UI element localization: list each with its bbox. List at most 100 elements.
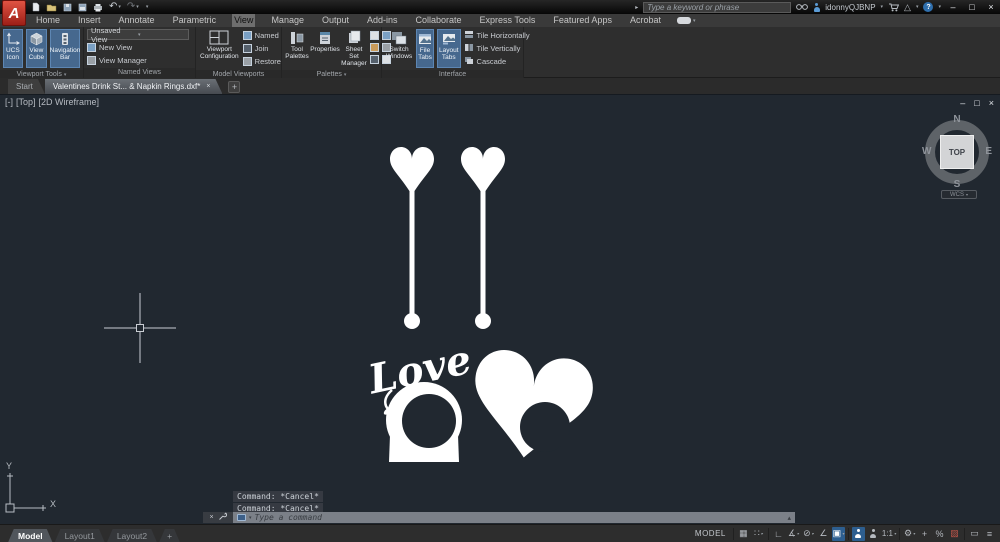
file-tab-document[interactable]: Valentines Drink St... & Napkin Rings.dx… <box>45 79 223 94</box>
properties-button[interactable]: Properties <box>312 29 338 68</box>
maximize-button[interactable]: □ <box>965 2 979 12</box>
new-drawing-tab-button[interactable]: + <box>228 81 240 93</box>
model-tab[interactable]: Model <box>8 529 53 542</box>
search-collapse-icon[interactable]: ▸ <box>635 4 638 11</box>
command-input-bar[interactable]: ▾ ▴ <box>233 512 795 523</box>
recent-commands-caret-icon[interactable]: ▾ <box>249 515 252 521</box>
ribbon-tab-manage[interactable]: Manage <box>269 14 306 27</box>
ribbon-tab-express-tools[interactable]: Express Tools <box>478 14 538 27</box>
ribbon-tab-view[interactable]: View <box>232 14 255 27</box>
heart-napkin-ring[interactable] <box>465 346 596 465</box>
a360-caret-icon[interactable]: ▾ <box>916 4 919 10</box>
ucs-icon-button[interactable]: UCS Icon <box>3 29 23 68</box>
file-tab-close-icon[interactable]: × <box>206 83 210 90</box>
file-tabs-button[interactable]: File Tabs <box>416 29 434 68</box>
layout2-tab[interactable]: Layout2 <box>107 529 157 542</box>
named-viewports-button[interactable]: Named <box>243 29 281 41</box>
annotation-visibility-icon[interactable] <box>852 527 865 541</box>
love-napkin-ring[interactable]: Love <box>364 336 476 462</box>
restore-viewports-button[interactable]: Restore <box>243 55 281 67</box>
osnap-icon[interactable]: ▣▾ <box>832 527 845 541</box>
polar-tracking-icon[interactable]: ∡▾ <box>787 527 800 541</box>
isolate-objects-icon[interactable]: % <box>933 527 946 541</box>
view-manager-button[interactable]: View Manager <box>87 54 189 66</box>
workspace-switching-icon[interactable]: ⚙▾ <box>903 527 916 541</box>
undo-caret-icon[interactable]: ▾ <box>118 2 121 12</box>
palette-extra-icon[interactable] <box>370 55 379 64</box>
redo-icon[interactable]: ↷▾ <box>127 2 139 12</box>
annotation-monitor-icon[interactable]: + <box>918 527 931 541</box>
user-menu-caret-icon[interactable]: ▾ <box>881 4 884 10</box>
search-binoculars-icon[interactable] <box>796 3 808 11</box>
a360-icon[interactable]: △ <box>904 2 911 13</box>
viewcube-west[interactable]: W <box>922 146 931 157</box>
isodraft-icon[interactable]: ⊘▾ <box>802 527 815 541</box>
ribbon-tab-home[interactable]: Home <box>34 14 62 27</box>
layout1-tab[interactable]: Layout1 <box>55 529 105 542</box>
viewcube-east[interactable]: E <box>985 146 992 157</box>
customize-icon[interactable]: ≡ <box>983 527 996 541</box>
search-box[interactable] <box>643 2 791 13</box>
sheet-set-manager-button[interactable]: Sheet Set Manager <box>341 29 367 68</box>
new-file-icon[interactable] <box>32 2 40 12</box>
new-view-button[interactable]: New View <box>87 41 189 53</box>
tile-vertically-button[interactable]: Tile Vertically <box>464 42 530 54</box>
viewcube-south[interactable]: S <box>921 179 993 190</box>
ribbon-tab-annotate[interactable]: Annotate <box>117 14 157 27</box>
tool-palettes-button[interactable]: Tool Palettes <box>285 29 309 68</box>
close-button[interactable]: × <box>984 2 998 12</box>
ribbon-tab-insert[interactable]: Insert <box>76 14 103 27</box>
help-icon[interactable]: ? <box>923 2 933 12</box>
viewport-configuration-button[interactable]: Viewport Configuration <box>199 29 240 68</box>
command-close-icon[interactable]: × <box>209 514 213 521</box>
graphics-performance-icon[interactable]: ▨ <box>948 527 961 541</box>
search-input[interactable] <box>647 3 787 12</box>
command-keyboard-icon[interactable] <box>237 514 246 521</box>
ortho-mode-icon[interactable]: ∟ <box>772 527 785 541</box>
heart-stirrer-1[interactable] <box>390 147 434 329</box>
help-caret-icon[interactable]: ▾ <box>938 4 941 10</box>
wcs-dropdown[interactable]: WCS▾ <box>941 190 977 199</box>
file-tab-start[interactable]: Start <box>8 79 45 94</box>
viewcube-top-face[interactable]: TOP <box>940 135 974 169</box>
ribbon-display-toggle-icon[interactable]: ▾ <box>677 17 696 24</box>
command-input[interactable] <box>255 513 785 522</box>
new-layout-button[interactable]: + <box>159 529 180 542</box>
command-history-toggle-icon[interactable]: ▴ <box>787 514 791 522</box>
grid-display-icon[interactable]: ▦ <box>737 527 750 541</box>
navigation-bar-button[interactable]: Navigation Bar <box>50 29 80 68</box>
viewcube-north[interactable]: N <box>921 114 993 125</box>
view-cube-button[interactable]: View Cube <box>26 29 47 68</box>
ribbon-tab-addins[interactable]: Add-ins <box>365 14 400 27</box>
heart-stirrer-2[interactable] <box>461 147 505 329</box>
annotation-autoscale-icon[interactable] <box>867 527 880 541</box>
tile-horizontally-button[interactable]: Tile Horizontally <box>464 29 530 41</box>
open-file-icon[interactable] <box>46 3 57 12</box>
cascade-button[interactable]: Cascade <box>464 55 530 67</box>
save-icon[interactable] <box>63 3 72 12</box>
redo-caret-icon[interactable]: ▾ <box>136 2 139 12</box>
join-viewports-button[interactable]: Join <box>243 42 281 54</box>
snap-mode-icon[interactable]: ∷▾ <box>752 527 765 541</box>
command-wrench-icon[interactable] <box>218 512 227 523</box>
plot-icon[interactable] <box>93 3 103 12</box>
ribbon-tab-output[interactable]: Output <box>320 14 351 27</box>
annotation-scale-button[interactable]: 1:1▾ <box>882 527 896 541</box>
signed-in-username[interactable]: idonnyQJBNP <box>825 3 875 12</box>
clean-screen-icon[interactable]: ▭ <box>968 527 981 541</box>
model-space-button[interactable]: MODEL <box>691 529 730 538</box>
minimize-button[interactable]: – <box>946 2 960 12</box>
qat-menu-icon[interactable]: ▾ <box>145 2 149 12</box>
palette-extra-icon[interactable] <box>370 43 379 52</box>
view-dropdown[interactable]: Unsaved View▾ <box>87 29 189 40</box>
ribbon-tab-collaborate[interactable]: Collaborate <box>414 14 464 27</box>
ribbon-tab-acrobat[interactable]: Acrobat <box>628 14 663 27</box>
layout-tabs-button[interactable]: Layout Tabs <box>437 29 461 68</box>
undo-icon[interactable]: ↶▾ <box>109 2 121 12</box>
switch-windows-button[interactable]: Switch Windows <box>385 29 413 68</box>
app-store-cart-icon[interactable] <box>888 3 899 12</box>
osnap-tracking-icon[interactable]: ∠ <box>817 527 830 541</box>
app-menu-button[interactable]: A <box>2 0 26 26</box>
drawing-canvas[interactable]: [-] [Top] [2D Wireframe] – □ × <box>0 95 1000 524</box>
ribbon-tab-featured-apps[interactable]: Featured Apps <box>551 14 614 27</box>
